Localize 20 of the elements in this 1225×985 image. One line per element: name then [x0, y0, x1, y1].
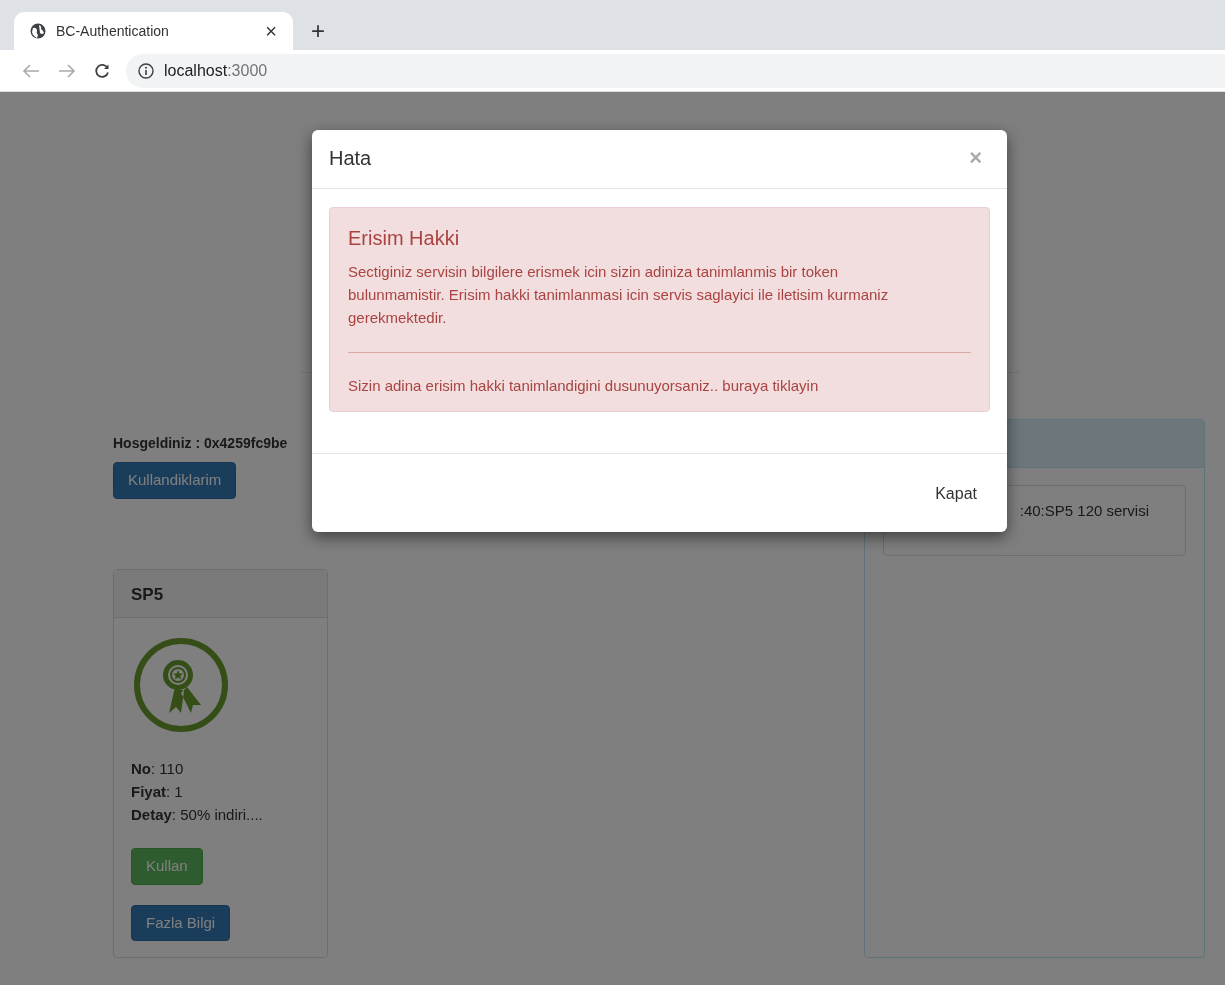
- browser-tab[interactable]: BC-Authentication ×: [14, 12, 293, 50]
- forward-arrow-icon: [58, 62, 76, 79]
- detail-text: Detay: 50% indiri....: [131, 805, 264, 825]
- back-arrow-icon: [22, 62, 40, 79]
- award-icon: [131, 635, 231, 735]
- dialog-title: Hata: [329, 146, 372, 170]
- detail-text: No: 110: [131, 759, 185, 779]
- alert-heading: Erisim Hakki: [348, 226, 461, 250]
- alert-message: Sectiginiz servisin bilgilere erismek icin sizin adiniza tanimlanmis bir token bulunmamistir. Erisim hakki tanimlanmasi icin servis saglayici ile iletisim kurmaniz gerekmektedir.: [348, 262, 890, 328]
- welcome-text: Hosgeldiniz : 0x4259fc9be: [113, 434, 288, 453]
- reload-icon: [94, 62, 110, 79]
- new-tab-button[interactable]: +: [307, 19, 329, 43]
- url-text: localhost:3000: [164, 60, 268, 81]
- address-bar[interactable]: localhost:3000: [126, 53, 1225, 88]
- detail-text: Fiyat: 1: [131, 782, 184, 802]
- tab-title: BC-Authentication: [56, 21, 170, 41]
- close-tab-button[interactable]: ×: [261, 21, 281, 41]
- card-title: SP5: [114, 569, 327, 618]
- info-icon: [138, 62, 154, 79]
- alert-footer-text: Sizin adina erisim hakki tanimlandigini dusunuyorsaniz.. buraya tiklayin: [348, 376, 820, 396]
